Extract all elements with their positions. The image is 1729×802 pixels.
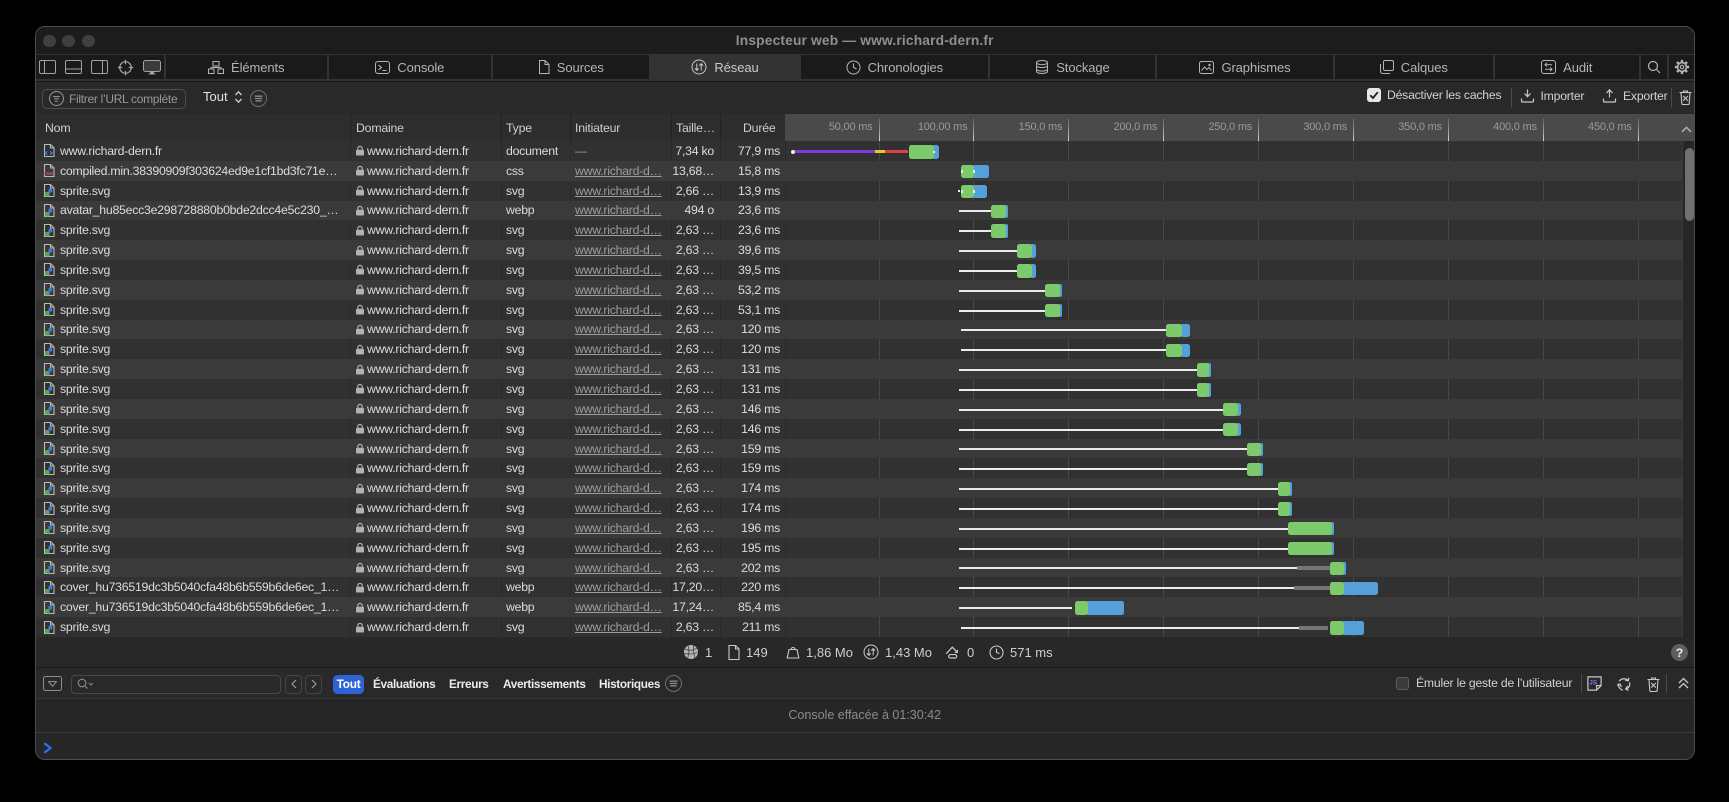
svg-text:css: css	[44, 171, 53, 177]
svg-text:JS: JS	[1589, 680, 1598, 687]
svg-text:?: ?	[1676, 646, 1683, 660]
